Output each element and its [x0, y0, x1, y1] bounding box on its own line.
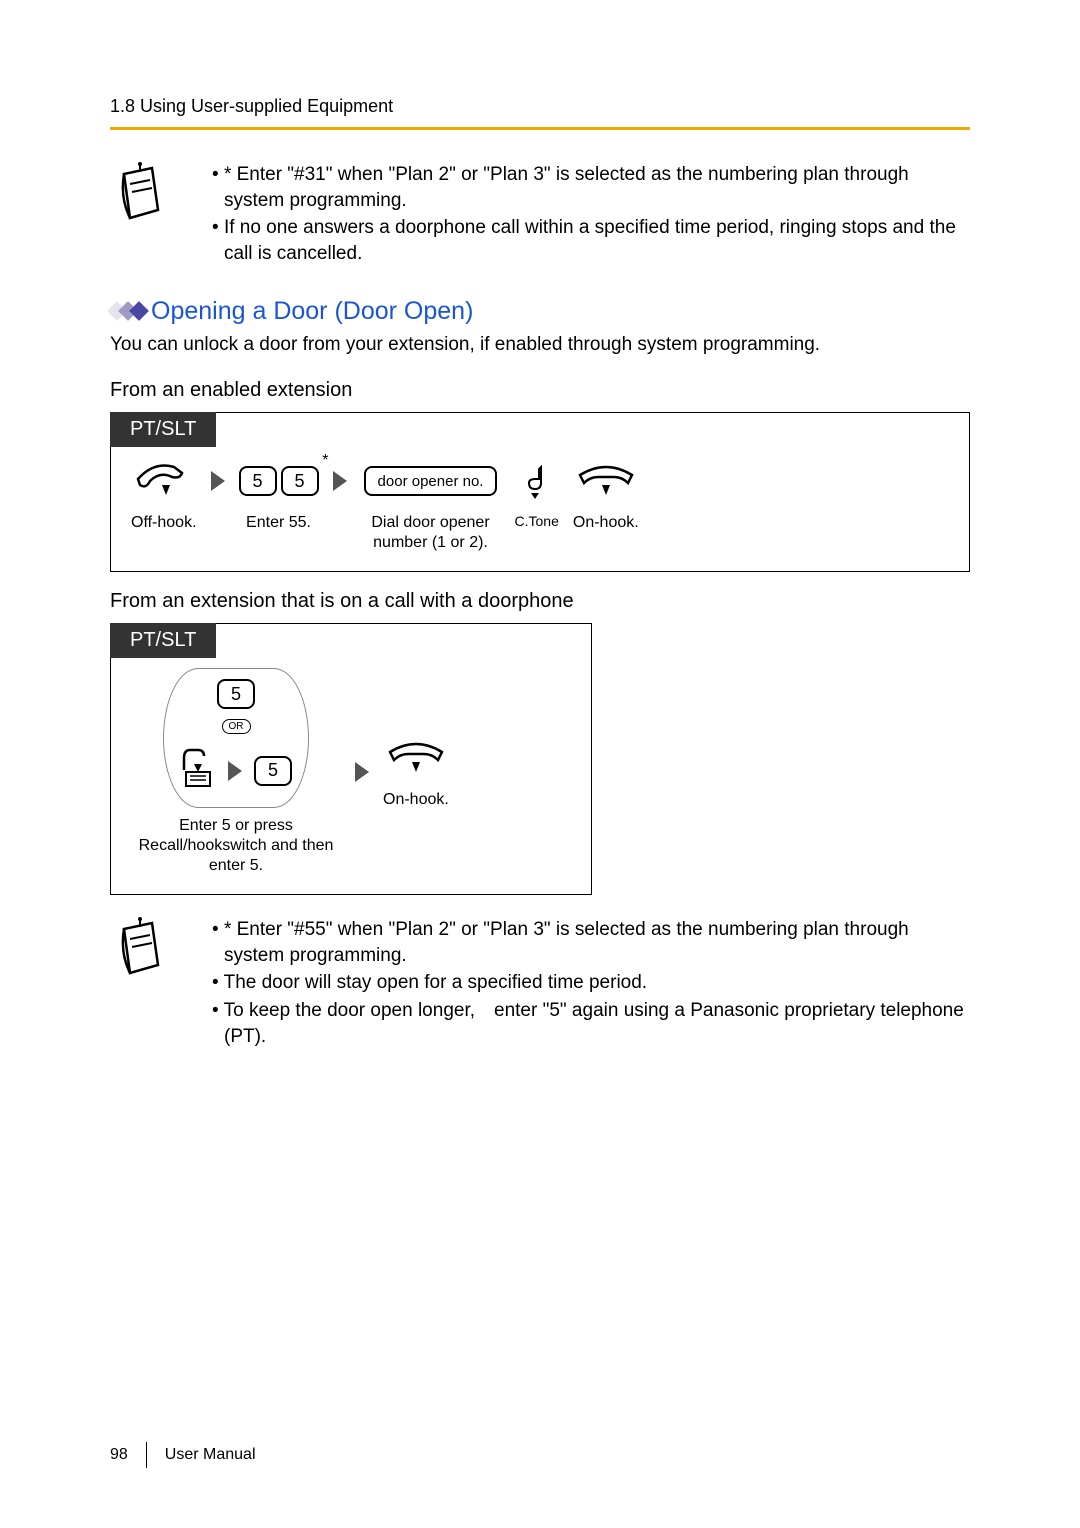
proc1-step1-label: Off-hook.	[131, 513, 197, 533]
or-badge: OR	[222, 719, 251, 734]
arrow-icon	[333, 471, 347, 491]
footer-doc-title: User Manual	[165, 1446, 256, 1464]
section-intro: You can unlock a door from your extensio…	[110, 332, 970, 358]
notepad-icon	[110, 917, 164, 1051]
proc1-box: PT/SLT Off-hook. 5 5 *	[110, 412, 970, 572]
breadcrumb: 1.8 Using User-supplied Equipment	[110, 96, 970, 117]
proc1-step2-label: Enter 55.	[246, 513, 311, 533]
diamond-bullet-icon	[110, 304, 143, 318]
proc2-step1-label: Enter 5 or press Recall/hookswitch and t…	[131, 816, 341, 876]
proc1-tab: PT/SLT	[110, 412, 216, 447]
onhook-icon	[384, 734, 448, 782]
header-rule	[110, 127, 970, 130]
proc2-subhead: From an extension that is on a call with…	[110, 590, 970, 613]
keycap-5-top: 5	[217, 679, 255, 709]
note-bottom: * Enter "#55" when "Plan 2" or "Plan 3" …	[110, 917, 970, 1051]
proc1-step5-label: On-hook.	[573, 513, 639, 533]
note-bottom-bullet-3: To keep the door open longer, enter "5" …	[212, 998, 970, 1049]
note-bottom-bullet-2: The door will stay open for a specified …	[212, 970, 970, 996]
arrow-icon	[211, 471, 225, 491]
offhook-icon	[132, 457, 196, 505]
option-group: 5 OR	[163, 668, 309, 808]
note-top-text: * Enter "#31" when "Plan 2" or "Plan 3" …	[192, 162, 970, 269]
proc2-box: PT/SLT 5 OR	[110, 623, 592, 895]
keypad-55: 5 5 *	[239, 466, 319, 496]
ctone-icon	[521, 457, 553, 505]
footer-separator	[146, 1442, 147, 1468]
note-top-bullet-1: * Enter "#31" when "Plan 2" or "Plan 3" …	[212, 162, 970, 213]
proc1-subhead: From an enabled extension	[110, 379, 970, 402]
page-number: 98	[110, 1446, 128, 1464]
keycap-5a: 5	[239, 466, 277, 496]
proc2-tab: PT/SLT	[110, 623, 216, 658]
section-title-text: Opening a Door (Door Open)	[151, 297, 473, 326]
note-top-bullet-2: If no one answers a doorphone call withi…	[212, 215, 970, 266]
section-heading: Opening a Door (Door Open)	[110, 297, 970, 326]
page-footer: 98 User Manual	[110, 1442, 256, 1468]
note-bottom-bullet-1: * Enter "#55" when "Plan 2" or "Plan 3" …	[212, 917, 970, 968]
arrow-icon	[228, 761, 242, 781]
proc1-ctone-label: C.Tone	[515, 513, 559, 531]
hookswitch-icon	[180, 744, 216, 797]
door-opener-key: door opener no.	[364, 466, 498, 496]
onhook-icon	[574, 457, 638, 505]
arrow-icon	[355, 762, 369, 782]
keycap-5-bottom: 5	[254, 756, 292, 786]
proc1-step3-label: Dial door opener number (1 or 2).	[361, 513, 501, 553]
note-top: * Enter "#31" when "Plan 2" or "Plan 3" …	[110, 162, 970, 269]
asterisk-marker: *	[322, 452, 328, 470]
proc2-step2-label: On-hook.	[383, 790, 449, 810]
notepad-icon	[110, 162, 164, 269]
keycap-5b: 5	[281, 466, 319, 496]
note-bottom-text: * Enter "#55" when "Plan 2" or "Plan 3" …	[192, 917, 970, 1051]
